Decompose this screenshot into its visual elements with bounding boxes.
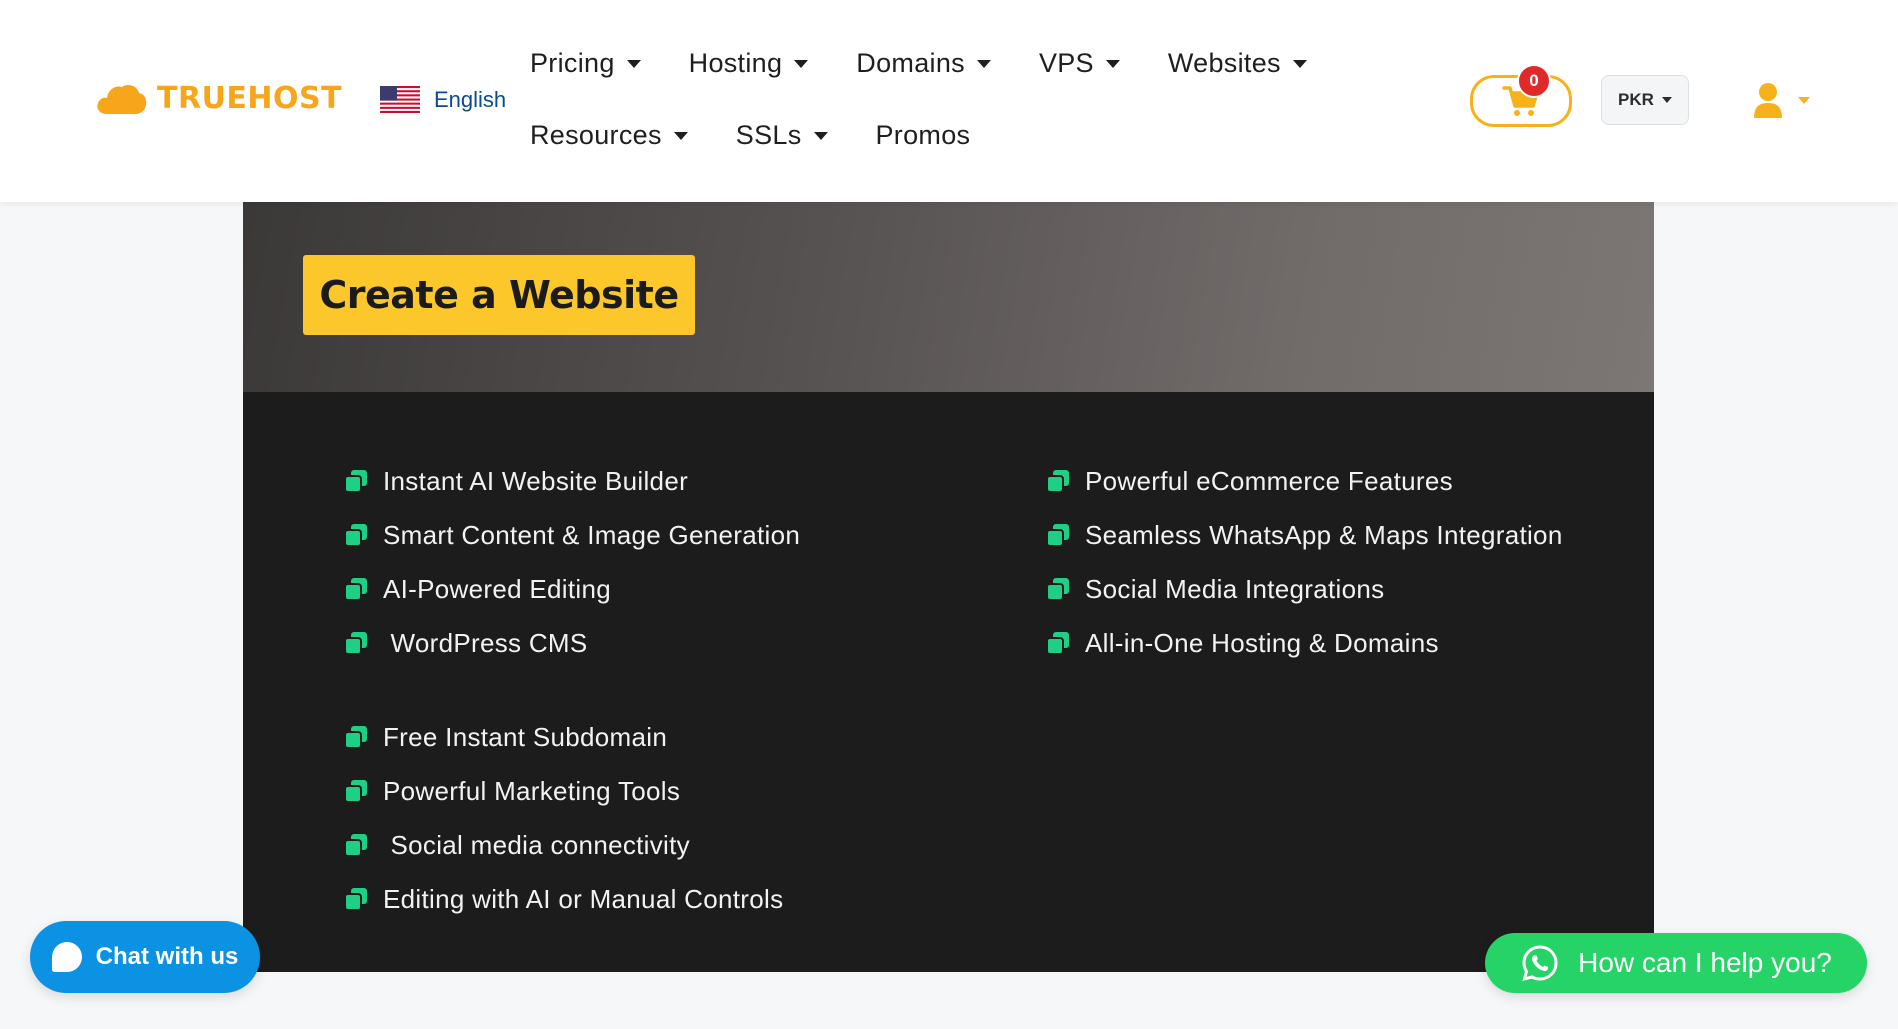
caret-down-icon: [813, 132, 828, 140]
nav-label: Websites: [1167, 47, 1281, 78]
feature-label: Smart Content & Image Generation: [383, 519, 801, 550]
feature-label: Instant AI Website Builder: [383, 465, 689, 496]
brand-name: TRUEHOST: [157, 80, 343, 116]
feature-item: Free Instant Subdomain: [343, 710, 800, 764]
caret-down-icon: [1292, 60, 1307, 68]
caret-down-icon: [626, 60, 641, 68]
nav-label: Promos: [875, 119, 971, 150]
language-label: English: [434, 86, 507, 112]
cart-count-badge: 0: [1517, 64, 1551, 98]
feature-label: WordPress CMS: [383, 627, 588, 658]
nav-item-domains[interactable]: Domains: [856, 48, 991, 79]
main-nav: Pricing Hosting Domains VPS Websites Res…: [530, 38, 1350, 182]
truehost-logo[interactable]: TRUEHOST: [95, 80, 342, 116]
cloud-logo-icon: [97, 85, 147, 114]
copy-check-icon: [344, 524, 367, 547]
nav-label: Hosting: [688, 47, 783, 78]
feature-label: Social Media Integrations: [1085, 573, 1385, 604]
nav-item-promos[interactable]: Promos: [876, 120, 971, 151]
nav-label: Pricing: [530, 47, 615, 78]
feature-item: AI-Powered Editing: [343, 562, 800, 616]
nav-row-secondary: Resources SSLs Promos: [530, 110, 1350, 160]
feature-label: Seamless WhatsApp & Maps Integration: [1085, 519, 1563, 550]
feature-item: All-in-One Hosting & Domains: [1045, 616, 1563, 670]
whatsapp-icon: [1522, 945, 1558, 982]
copy-check-icon: [344, 470, 367, 493]
nav-row-primary: Pricing Hosting Domains VPS Websites: [530, 38, 1350, 88]
nav-item-resources[interactable]: Resources: [530, 120, 688, 151]
nav-item-ssls[interactable]: SSLs: [736, 120, 828, 151]
whatsapp-help-button[interactable]: How can I help you?: [1485, 933, 1867, 993]
feature-label: All-in-One Hosting & Domains: [1085, 627, 1439, 658]
caret-down-icon: [976, 60, 991, 68]
caret-down-icon: [794, 60, 809, 68]
copy-check-icon: [344, 888, 367, 911]
user-icon: [1754, 83, 1782, 118]
feature-item: WordPress CMS: [343, 616, 800, 670]
nav-label: SSLs: [735, 119, 802, 150]
nav-label: Resources: [530, 119, 662, 150]
currency-selector[interactable]: PKR: [1601, 75, 1689, 125]
feature-item: Seamless WhatsApp & Maps Integration: [1045, 508, 1563, 562]
copy-check-icon: [344, 780, 367, 803]
feature-item: Powerful Marketing Tools: [343, 764, 800, 818]
nav-item-vps[interactable]: VPS: [1039, 48, 1120, 79]
features-column-right: Powerful eCommerce Features Seamless Wha…: [1045, 454, 1563, 670]
whatsapp-label: How can I help you?: [1578, 947, 1832, 978]
copy-check-icon: [344, 726, 367, 749]
feature-label: AI-Powered Editing: [383, 573, 611, 604]
feature-item: Social Media Integrations: [1045, 562, 1563, 616]
features-column-left: Instant AI Website Builder Smart Content…: [343, 454, 800, 926]
feature-label: Powerful eCommerce Features: [1085, 465, 1453, 496]
copy-check-icon: [344, 632, 367, 655]
copy-check-icon: [344, 578, 367, 601]
nav-label: Domains: [856, 47, 965, 78]
us-flag-icon: [380, 86, 420, 113]
nav-item-hosting[interactable]: Hosting: [689, 48, 809, 79]
hero-banner: Create a Website: [243, 202, 1654, 392]
site-header: TRUEHOST English Pricing Hosting Domains…: [0, 0, 1898, 202]
feature-label: Powerful Marketing Tools: [383, 775, 681, 806]
copy-check-icon: [1046, 578, 1069, 601]
feature-label: Free Instant Subdomain: [383, 721, 668, 752]
nav-label: VPS: [1038, 47, 1094, 78]
copy-check-icon: [344, 834, 367, 857]
caret-down-icon: [1661, 97, 1672, 103]
copy-check-icon: [1046, 524, 1069, 547]
chat-with-us-button[interactable]: Chat with us: [30, 921, 260, 993]
cart-button[interactable]: 0: [1470, 64, 1572, 127]
copy-check-icon: [1046, 470, 1069, 493]
chat-bubble-icon: [51, 942, 82, 972]
feature-item: Powerful eCommerce Features: [1045, 454, 1563, 508]
copy-check-icon: [1046, 632, 1069, 655]
account-menu[interactable]: [1752, 82, 1810, 118]
features-panel: Instant AI Website Builder Smart Content…: [243, 392, 1654, 972]
feature-item: Social media connectivity: [343, 818, 800, 872]
feature-item: Editing with AI or Manual Controls: [343, 872, 800, 926]
caret-down-icon: [1798, 96, 1810, 104]
feature-label: Social media connectivity: [383, 829, 690, 860]
caret-down-icon: [673, 132, 688, 140]
feature-label: Editing with AI or Manual Controls: [383, 883, 784, 914]
feature-item: Smart Content & Image Generation: [343, 508, 800, 562]
nav-item-websites[interactable]: Websites: [1168, 48, 1307, 79]
feature-item: Instant AI Website Builder: [343, 454, 800, 508]
nav-item-pricing[interactable]: Pricing: [530, 48, 641, 79]
create-website-button[interactable]: Create a Website: [303, 255, 695, 335]
language-selector[interactable]: English: [380, 86, 506, 113]
caret-down-icon: [1105, 60, 1120, 68]
currency-label: PKR: [1618, 90, 1654, 109]
chat-label: Chat with us: [95, 943, 239, 970]
